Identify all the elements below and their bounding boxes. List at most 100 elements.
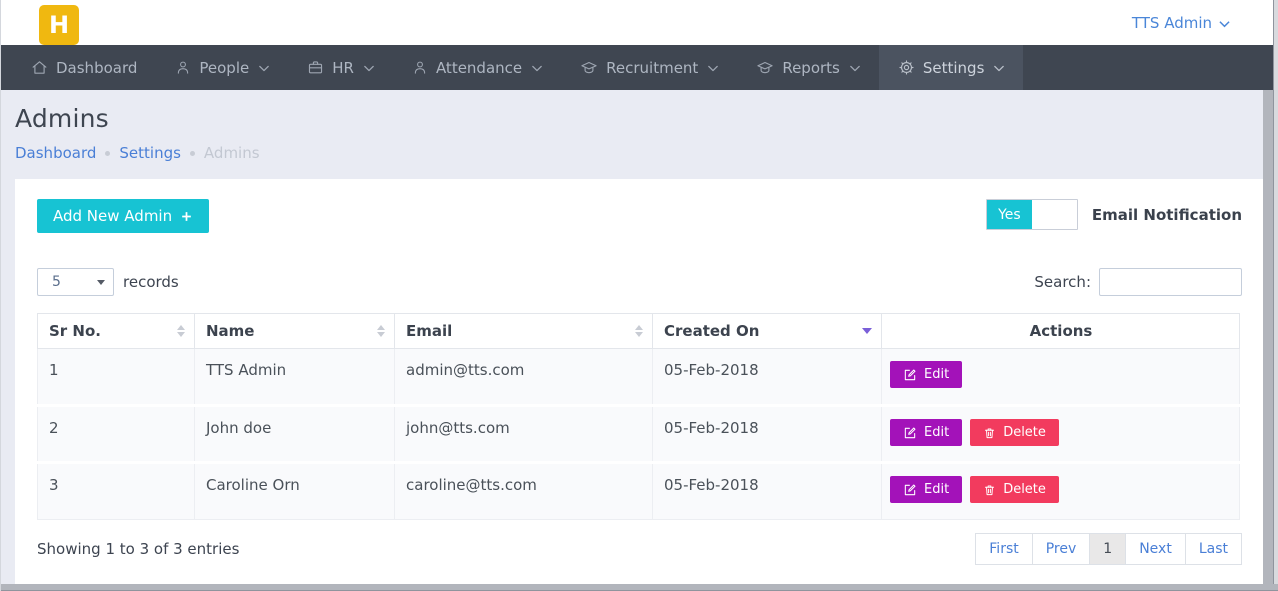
vertical-scrollbar-track [1273, 0, 1278, 591]
table-row: 2John doejohn@tts.com05-Feb-2018 Edit Dele… [38, 406, 1240, 463]
nav-item-label: People [199, 59, 249, 77]
action-button-label: Edit [924, 482, 949, 497]
add-new-admin-button[interactable]: Add New Admin [37, 199, 209, 233]
records-select[interactable]: 5 [37, 268, 114, 296]
name-cell: John doe [195, 406, 395, 463]
page-content: Admins Dashboard Settings Admins Add New A… [1, 90, 1278, 591]
trash-icon [983, 426, 996, 440]
nav-item-attendance[interactable]: Attendance [393, 45, 561, 90]
vertical-scrollbar[interactable] [1263, 90, 1273, 585]
app-logo-letter: H [49, 11, 69, 39]
delete-button[interactable]: Delete [970, 419, 1059, 446]
email-cell: john@tts.com [395, 406, 653, 463]
column-header-name[interactable]: Name [195, 314, 395, 349]
actions-cell: Edit [882, 349, 1240, 406]
grad-cap-icon [756, 59, 774, 76]
sort-icon [177, 325, 185, 337]
toggle-on-segment: Yes [987, 200, 1032, 229]
trash-icon [983, 483, 996, 497]
edit-button[interactable]: Edit [890, 361, 962, 388]
nav-item-label: Settings [923, 59, 985, 77]
toolbar-row: Add New Admin Yes Email Notification [37, 199, 1242, 233]
created-cell: 05-Feb-2018 [653, 349, 882, 406]
chevron-down-icon [850, 65, 860, 72]
nav-item-people[interactable]: People [156, 45, 288, 90]
records-select-value: 5 [52, 274, 61, 290]
name-cell: Caroline Orn [195, 463, 395, 520]
nav-item-reports[interactable]: Reports [737, 45, 879, 90]
email-cell: admin@tts.com [395, 349, 653, 406]
table-row: 1TTS Adminadmin@tts.com05-Feb-2018 Edit [38, 349, 1240, 406]
column-header-label: Name [206, 322, 254, 340]
action-button-label: Delete [1003, 425, 1046, 440]
chevron-down-icon [532, 65, 542, 72]
grad-cap-icon [580, 59, 598, 76]
nav-item-recruitment[interactable]: Recruitment [561, 45, 737, 90]
column-header-email[interactable]: Email [395, 314, 653, 349]
app-window: H TTS Admin Dashboard People HR Attendance R… [0, 0, 1278, 591]
pagination-next[interactable]: Next [1125, 533, 1186, 565]
email-notification-toggle[interactable]: Yes [986, 199, 1078, 230]
email-cell: caroline@tts.com [395, 463, 653, 520]
edit-icon [903, 426, 917, 440]
user-menu-label: TTS Admin [1132, 14, 1212, 32]
search-control: Search: [1034, 268, 1242, 296]
column-header-created-on[interactable]: Created On [653, 314, 882, 349]
pagination-1[interactable]: 1 [1089, 533, 1126, 565]
column-header-label: Created On [664, 322, 759, 340]
home-icon [31, 59, 48, 76]
entries-summary: Showing 1 to 3 of 3 entries [37, 540, 239, 558]
breadcrumb-separator [190, 151, 195, 156]
sr-cell: 2 [38, 406, 195, 463]
pagination: FirstPrev1NextLast [975, 533, 1242, 565]
gear-icon [898, 59, 915, 76]
nav-item-dashboard[interactable]: Dashboard [12, 45, 156, 90]
chevron-down-icon [994, 65, 1004, 72]
search-input[interactable] [1099, 268, 1242, 296]
nav-item-label: HR [332, 59, 354, 77]
edit-button[interactable]: Edit [890, 419, 962, 446]
created-cell: 05-Feb-2018 [653, 406, 882, 463]
edit-icon [903, 368, 917, 382]
page-title: Admins [15, 104, 1264, 133]
column-header-label: Sr No. [49, 322, 101, 340]
breadcrumb-item-admins: Admins [204, 144, 260, 162]
edit-icon [903, 483, 917, 497]
nav-item-label: Attendance [436, 59, 522, 77]
topbar: H TTS Admin [1, 0, 1278, 45]
admins-card: Add New Admin Yes Email Notification [15, 179, 1264, 586]
actions-cell: Edit Delete [882, 463, 1240, 520]
records-label: records [123, 273, 179, 291]
delete-button[interactable]: Delete [970, 476, 1059, 503]
person-icon [412, 59, 428, 76]
name-cell: TTS Admin [195, 349, 395, 406]
user-menu[interactable]: TTS Admin [1132, 14, 1230, 32]
select-arrow-icon [97, 280, 105, 285]
breadcrumb-item-dashboard[interactable]: Dashboard [15, 144, 96, 162]
table-controls-row: 5 records Search: [37, 268, 1242, 296]
column-header-sr-no-[interactable]: Sr No. [38, 314, 195, 349]
sr-cell: 3 [38, 463, 195, 520]
edit-button[interactable]: Edit [890, 476, 962, 503]
app-logo[interactable]: H [39, 5, 79, 45]
pagination-last[interactable]: Last [1185, 533, 1242, 565]
nav-item-label: Dashboard [56, 59, 137, 77]
table-footer-row: Showing 1 to 3 of 3 entries FirstPrev1Ne… [37, 533, 1242, 565]
sr-cell: 1 [38, 349, 195, 406]
chevron-down-icon [259, 65, 269, 72]
email-notification-label: Email Notification [1092, 206, 1242, 224]
actions-cell: Edit Delete [882, 406, 1240, 463]
chevron-down-icon [708, 65, 718, 72]
action-button-label: Edit [924, 425, 949, 440]
nav-item-settings[interactable]: Settings [879, 45, 1024, 90]
breadcrumb-item-settings[interactable]: Settings [119, 144, 181, 162]
table-row: 3Caroline Orncaroline@tts.com05-Feb-2018… [38, 463, 1240, 520]
nav-item-hr[interactable]: HR [288, 45, 393, 90]
pagination-first[interactable]: First [975, 533, 1032, 565]
email-notification-control: Yes Email Notification [986, 199, 1242, 230]
column-header-label: Email [406, 322, 452, 340]
breadcrumb-separator [105, 151, 110, 156]
pagination-prev[interactable]: Prev [1032, 533, 1091, 565]
chevron-down-icon [1219, 20, 1230, 28]
plus-icon [180, 210, 193, 223]
